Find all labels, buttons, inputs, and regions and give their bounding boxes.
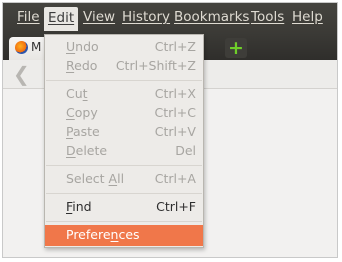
browser-window: File Edit View History Bookmarks Tools H… bbox=[2, 2, 338, 258]
firefox-icon bbox=[15, 41, 28, 54]
menu-item-redo: Redo Ctrl+Shift+Z bbox=[45, 56, 203, 76]
delete-label: Delete bbox=[66, 143, 108, 158]
menu-item-preferences[interactable]: Preferences bbox=[45, 225, 203, 246]
undo-shortcut: Ctrl+Z bbox=[154, 39, 196, 54]
tab-title: M bbox=[31, 40, 42, 54]
menu-help[interactable]: Help bbox=[292, 9, 323, 25]
menu-edit[interactable]: Edit bbox=[44, 7, 79, 31]
menu-item-copy: Copy Ctrl+C bbox=[45, 103, 203, 123]
edit-menu-dropdown: Undo Ctrl+Z Redo Ctrl+Shift+Z Cut Ctrl+X… bbox=[44, 34, 204, 248]
menu-item-cut: Cut Ctrl+X bbox=[45, 84, 203, 104]
redo-shortcut: Ctrl+Shift+Z bbox=[115, 58, 196, 73]
find-label: Find bbox=[66, 199, 92, 214]
menu-separator bbox=[46, 80, 202, 81]
menu-separator bbox=[46, 165, 202, 166]
menu-history[interactable]: History bbox=[122, 9, 170, 25]
new-tab-button[interactable]: + bbox=[225, 38, 247, 58]
menu-item-delete: Delete Del bbox=[45, 141, 203, 161]
menu-tools[interactable]: Tools bbox=[251, 9, 284, 25]
redo-label: Redo bbox=[66, 58, 98, 73]
menu-bar: File Edit View History Bookmarks Tools H… bbox=[3, 3, 337, 33]
menu-file[interactable]: File bbox=[17, 9, 40, 25]
back-button[interactable]: ❮ bbox=[13, 62, 30, 86]
plus-icon: + bbox=[228, 37, 244, 59]
menu-item-undo: Undo Ctrl+Z bbox=[45, 37, 203, 57]
menu-separator bbox=[46, 221, 202, 222]
copy-label: Copy bbox=[66, 105, 98, 120]
cut-shortcut: Ctrl+X bbox=[154, 86, 196, 101]
select-all-shortcut: Ctrl+A bbox=[154, 171, 196, 186]
menu-view[interactable]: View bbox=[83, 9, 115, 25]
menu-separator bbox=[46, 193, 202, 194]
back-arrow-icon: ❮ bbox=[13, 62, 30, 86]
menu-item-paste: Paste Ctrl+V bbox=[45, 122, 203, 142]
menu-item-select-all: Select All Ctrl+A bbox=[45, 169, 203, 189]
undo-label: Undo bbox=[66, 39, 99, 54]
menu-item-find[interactable]: Find Ctrl+F bbox=[45, 197, 203, 217]
menu-bookmarks[interactable]: Bookmarks bbox=[174, 9, 249, 25]
preferences-label: Preferences bbox=[66, 227, 140, 242]
find-shortcut: Ctrl+F bbox=[156, 199, 196, 214]
delete-shortcut: Del bbox=[175, 143, 196, 158]
paste-shortcut: Ctrl+V bbox=[154, 124, 196, 139]
paste-label: Paste bbox=[66, 124, 100, 139]
cut-label: Cut bbox=[66, 86, 88, 101]
select-all-label: Select All bbox=[66, 171, 125, 186]
copy-shortcut: Ctrl+C bbox=[154, 105, 196, 120]
